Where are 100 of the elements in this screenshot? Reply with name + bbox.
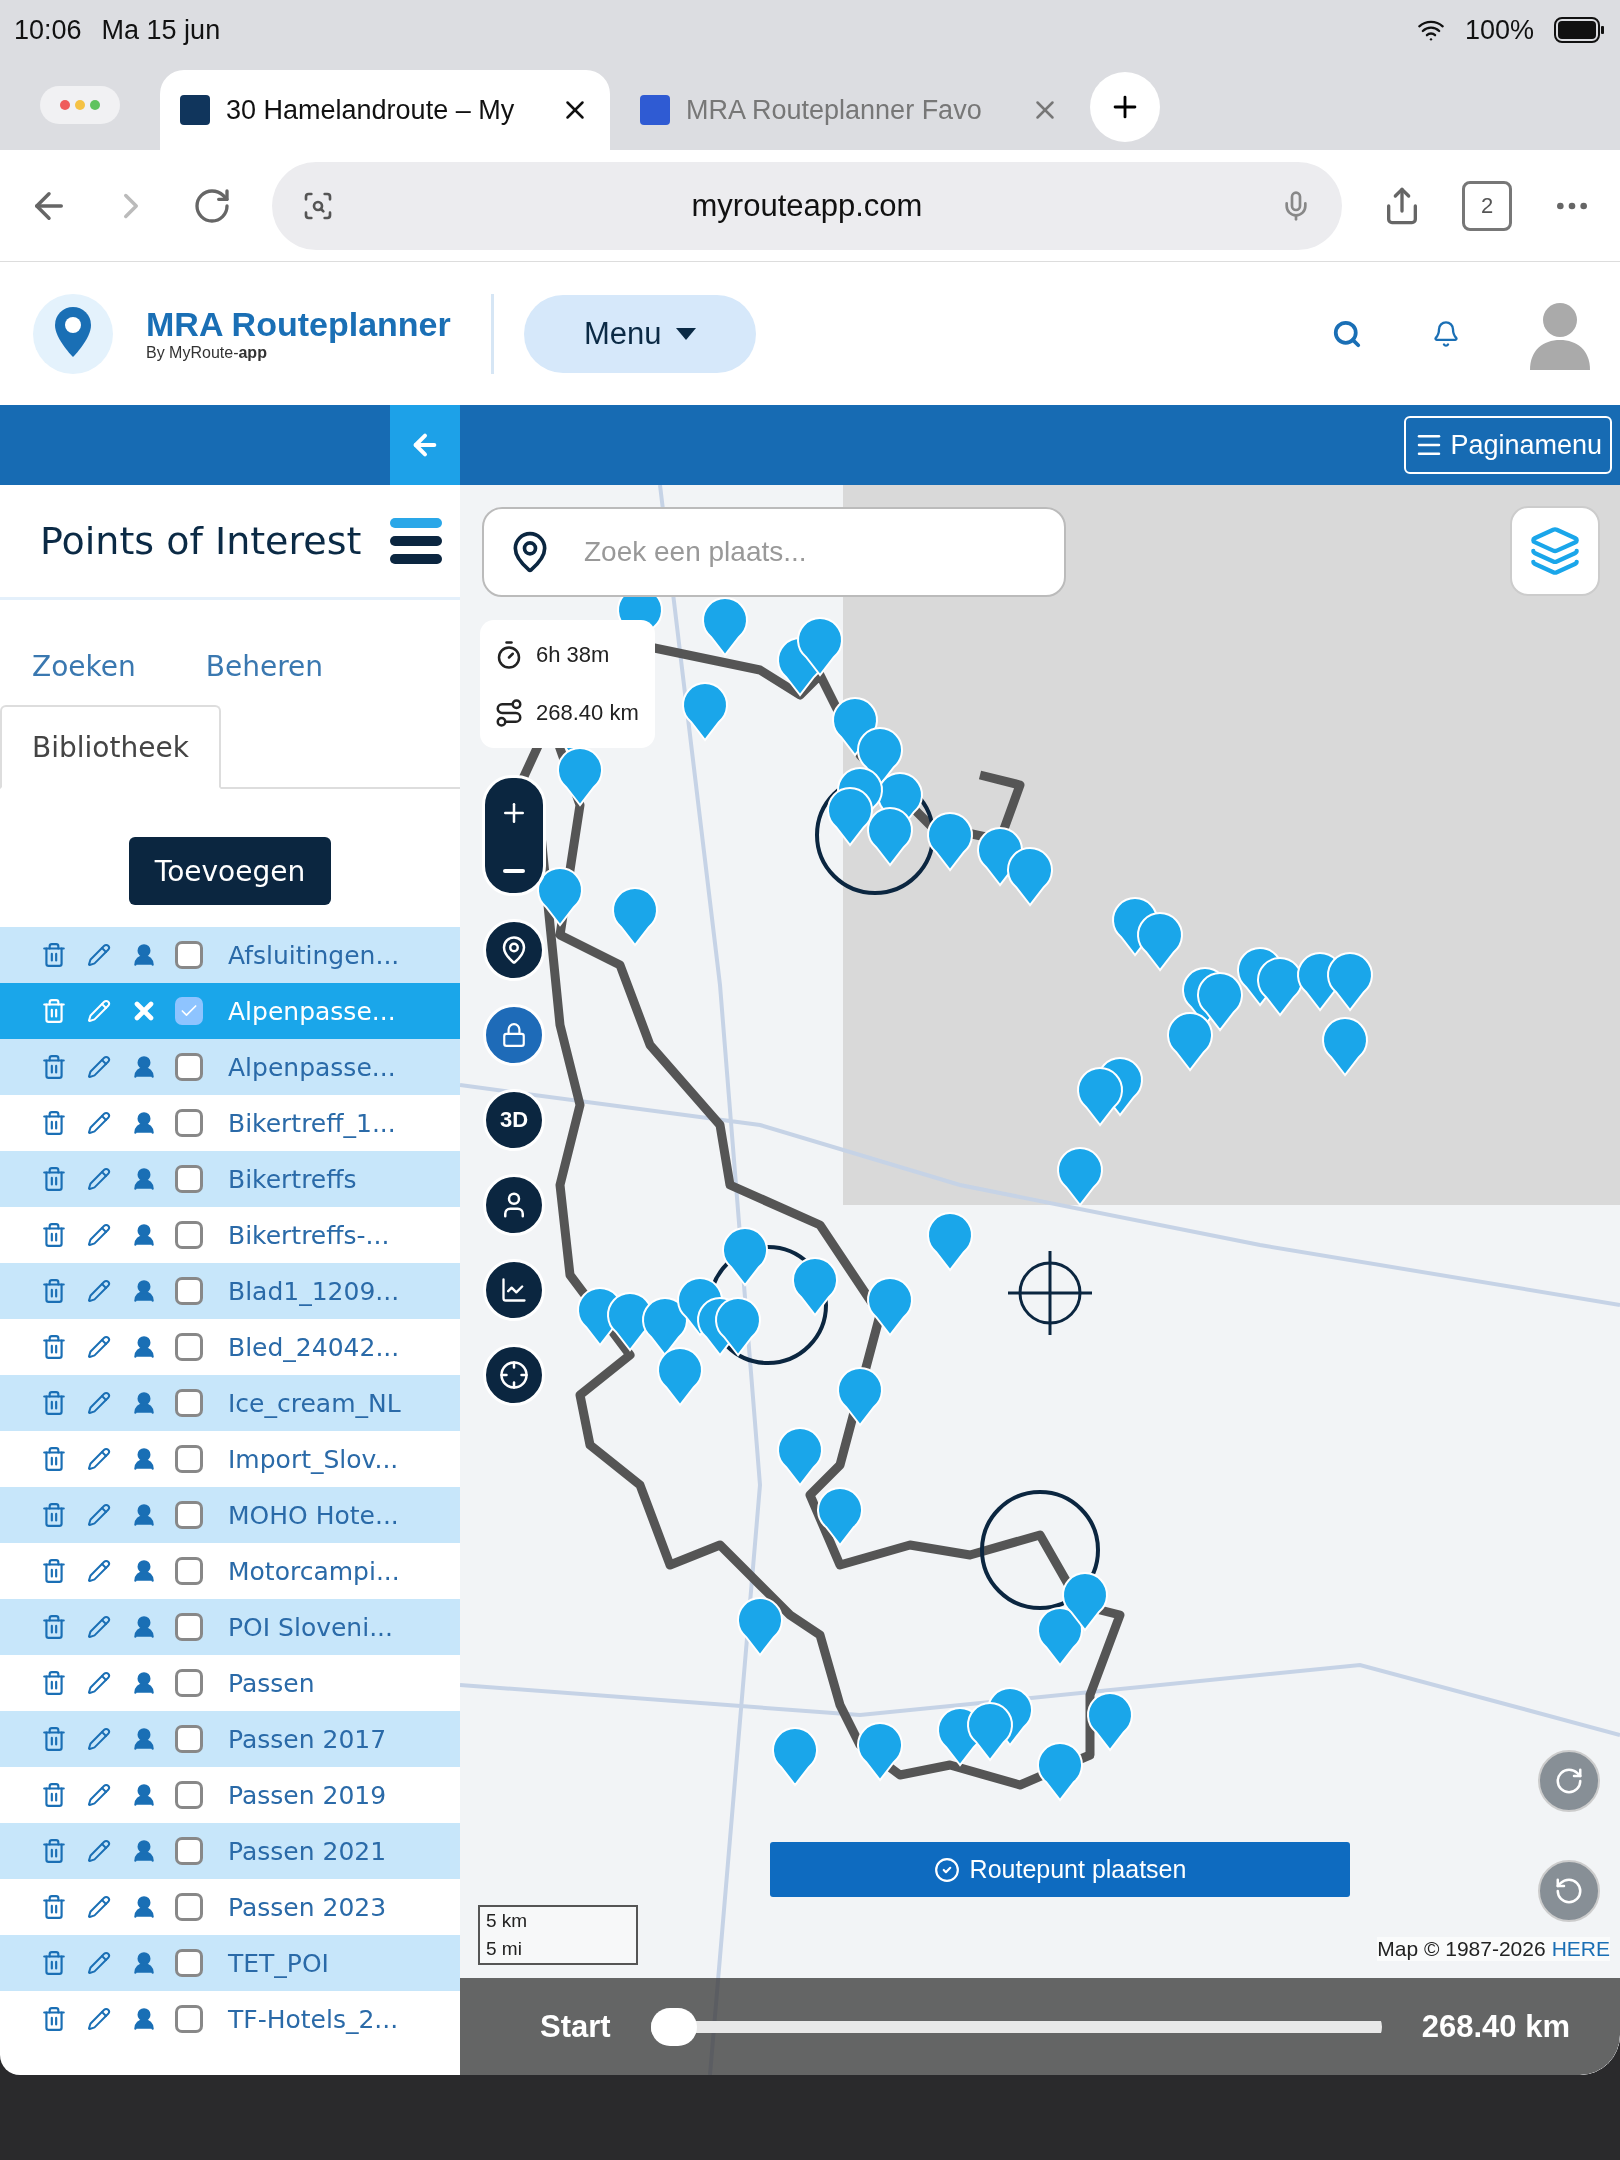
edit-icon[interactable]: [87, 1559, 111, 1583]
add-button[interactable]: Toevoegen: [128, 837, 332, 905]
owner-icon[interactable]: [131, 1782, 157, 1808]
library-row[interactable]: Ice_cream_NL: [0, 1375, 460, 1431]
owner-icon[interactable]: [131, 2006, 157, 2032]
checkbox[interactable]: [175, 1277, 203, 1305]
checkbox[interactable]: [175, 1725, 203, 1753]
delete-icon[interactable]: [41, 1726, 67, 1752]
edit-icon[interactable]: [87, 1055, 111, 1079]
delete-icon[interactable]: [41, 1782, 67, 1808]
delete-icon[interactable]: [41, 1558, 67, 1584]
checkbox[interactable]: [175, 1221, 203, 1249]
checkbox[interactable]: [175, 1949, 203, 1977]
window-controls[interactable]: [40, 86, 120, 124]
owner-icon[interactable]: [131, 1278, 157, 1304]
edit-icon[interactable]: [87, 1783, 111, 1807]
delete-icon[interactable]: [41, 998, 67, 1024]
edit-icon[interactable]: [87, 1839, 111, 1863]
zoom-out-button[interactable]: [503, 868, 525, 873]
menu-icon[interactable]: [390, 516, 442, 566]
edit-icon[interactable]: [87, 1335, 111, 1359]
checkbox[interactable]: [175, 1501, 203, 1529]
edit-icon[interactable]: [87, 1447, 111, 1471]
owner-icon[interactable]: [131, 1838, 157, 1864]
checkbox[interactable]: [175, 1165, 203, 1193]
checkbox[interactable]: [175, 1445, 203, 1473]
checkbox[interactable]: [175, 1669, 203, 1697]
edit-icon[interactable]: [87, 1727, 111, 1751]
edit-icon[interactable]: [87, 1111, 111, 1135]
slider-thumb[interactable]: [650, 2007, 697, 2046]
library-row[interactable]: Bikertreffs: [0, 1151, 460, 1207]
edit-icon[interactable]: [87, 1503, 111, 1527]
owner-icon[interactable]: [131, 1670, 157, 1696]
edit-icon[interactable]: [87, 1895, 111, 1919]
delete-icon[interactable]: [41, 942, 67, 968]
here-link[interactable]: HERE: [1551, 1937, 1610, 1961]
address-field[interactable]: myrouteapp.com: [272, 161, 1342, 250]
edit-icon[interactable]: [87, 1279, 111, 1303]
delete-icon[interactable]: [41, 1110, 67, 1136]
tab-count-button[interactable]: 2: [1462, 180, 1512, 231]
owner-icon[interactable]: [131, 1166, 157, 1192]
library-row[interactable]: Passen 2017: [0, 1711, 460, 1767]
edit-icon[interactable]: [87, 1615, 111, 1639]
library-row[interactable]: Afsluitingen...: [0, 927, 460, 983]
delete-icon[interactable]: [41, 1614, 67, 1640]
edit-icon[interactable]: [87, 1951, 111, 1975]
owner-icon[interactable]: [131, 1334, 157, 1360]
edit-icon[interactable]: [87, 1671, 111, 1695]
checkbox[interactable]: [175, 1109, 203, 1137]
library-row[interactable]: Alpenpasse...: [0, 1039, 460, 1095]
delete-icon[interactable]: [41, 1502, 67, 1528]
owner-icon[interactable]: [131, 1894, 157, 1920]
search-icon[interactable]: [1332, 318, 1362, 349]
owner-icon[interactable]: [131, 1726, 157, 1752]
delete-icon[interactable]: [41, 1222, 67, 1248]
checkbox[interactable]: [175, 1389, 203, 1417]
owner-icon[interactable]: [131, 1054, 157, 1080]
delete-icon[interactable]: [41, 1446, 67, 1472]
browser-tab[interactable]: MRA Routeplanner Favo: [620, 70, 1080, 150]
page-menu-button[interactable]: Paginamenu: [1404, 416, 1612, 474]
owner-icon[interactable]: [131, 1614, 157, 1640]
collapse-sidebar-button[interactable]: [390, 405, 460, 485]
search-field[interactable]: Zoek een plaats...: [482, 507, 1066, 597]
library-row[interactable]: MOHO Hote...: [0, 1487, 460, 1543]
checkbox[interactable]: [175, 1613, 203, 1641]
checkbox[interactable]: [175, 1557, 203, 1585]
sidebar-tab[interactable]: Zoeken: [32, 650, 136, 683]
checkbox[interactable]: [175, 997, 203, 1025]
library-row[interactable]: Passen 2021: [0, 1823, 460, 1879]
place-route-point-button[interactable]: Routepunt plaatsen: [770, 1842, 1350, 1897]
menu-button[interactable]: Menu: [523, 294, 756, 373]
edit-icon[interactable]: [87, 1223, 111, 1247]
delete-icon[interactable]: [41, 1950, 67, 1976]
owner-icon[interactable]: [131, 942, 157, 968]
delete-icon[interactable]: [41, 1894, 67, 1920]
edit-icon[interactable]: [87, 2007, 111, 2031]
owner-icon[interactable]: [131, 1222, 157, 1248]
delete-icon[interactable]: [41, 1670, 67, 1696]
edit-icon[interactable]: [87, 943, 111, 967]
delete-icon[interactable]: [41, 1166, 67, 1192]
delete-icon[interactable]: [41, 1390, 67, 1416]
delete-icon[interactable]: [41, 1278, 67, 1304]
owner-icon[interactable]: [131, 1950, 157, 1976]
edit-icon[interactable]: [87, 1391, 111, 1415]
delete-icon[interactable]: [41, 1054, 67, 1080]
checkbox[interactable]: [175, 1053, 203, 1081]
checkbox[interactable]: [175, 1837, 203, 1865]
owner-icon[interactable]: [131, 1502, 157, 1528]
sidebar-tab[interactable]: Beheren: [205, 650, 323, 683]
edit-icon[interactable]: [87, 1167, 111, 1191]
checkbox[interactable]: [175, 1333, 203, 1361]
owner-icon[interactable]: [131, 1446, 157, 1472]
delete-icon[interactable]: [41, 2006, 67, 2032]
checkbox[interactable]: [175, 1781, 203, 1809]
owner-icon[interactable]: [131, 1390, 157, 1416]
library-row[interactable]: TET_POI: [0, 1935, 460, 1991]
checkbox[interactable]: [175, 1893, 203, 1921]
library-row[interactable]: Blad1_1209...: [0, 1263, 460, 1319]
delete-icon[interactable]: [41, 1334, 67, 1360]
owner-icon[interactable]: [131, 1110, 157, 1136]
